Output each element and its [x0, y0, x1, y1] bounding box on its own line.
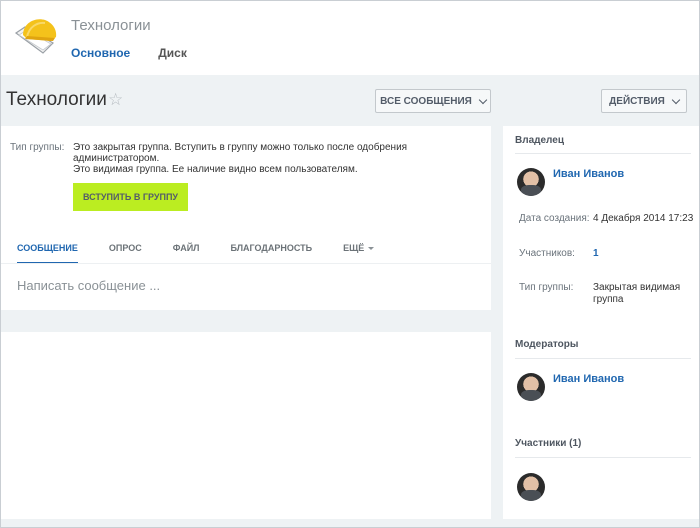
- owner-name-link[interactable]: Иван Иванов: [553, 168, 624, 180]
- folder-with-yellow-helmet-icon: [14, 19, 57, 54]
- title-row: Технологии ☆: [1, 75, 699, 125]
- participants-heading: Участники (1): [515, 438, 582, 449]
- actions-label: ДЕЙСТВИЯ: [609, 95, 665, 107]
- group-visible-text: Это видимая группа. Ее наличие видно все…: [73, 164, 358, 175]
- members-label: Участников:: [519, 248, 575, 259]
- created-value: 4 Декабря 2014 17:23: [593, 213, 694, 224]
- star-icon[interactable]: ☆: [108, 90, 123, 110]
- group-header: Технологии Основное Диск: [1, 1, 699, 75]
- group-tabs: Основное Диск: [71, 46, 187, 60]
- owner-heading: Владелец: [515, 135, 564, 146]
- owner-avatar[interactable]: [517, 168, 545, 196]
- group-type-description: Это закрытая группа. Вступить в группу м…: [73, 142, 433, 175]
- tab-more-label: ЕЩЁ: [343, 243, 365, 253]
- divider: [515, 358, 691, 359]
- moderators-heading: Модераторы: [515, 339, 579, 350]
- type-value: Закрытая видимая группа: [593, 282, 681, 305]
- tab-more[interactable]: ЕЩЁ: [343, 243, 375, 264]
- app-frame: Технологии Основное Диск Технологии ☆ ВС…: [0, 0, 700, 528]
- tab-file[interactable]: ФАЙЛ: [173, 243, 200, 264]
- join-group-button[interactable]: ВСТУПИТЬ В ГРУППУ: [73, 183, 188, 211]
- tab-disk[interactable]: Диск: [158, 46, 187, 60]
- tab-gratitude[interactable]: БЛАГОДАРНОСТЬ: [231, 243, 313, 264]
- chevron-down-icon: [478, 95, 488, 104]
- group-closed-text: Это закрытая группа. Вступить в группу м…: [73, 142, 408, 164]
- tab-message[interactable]: СООБЩЕНИЕ: [17, 243, 78, 264]
- group-title: Технологии: [71, 17, 151, 34]
- tab-poll[interactable]: ОПРОС: [109, 243, 142, 264]
- moderator-name-link[interactable]: Иван Иванов: [553, 373, 624, 385]
- created-label: Дата создания:: [519, 213, 590, 224]
- group-info-card: Тип группы: Это закрытая группа. Вступит…: [1, 126, 491, 310]
- caret-down-icon: [368, 247, 375, 251]
- chevron-down-icon: [671, 95, 681, 104]
- post-type-tabs: СООБЩЕНИЕ ОПРОС ФАЙЛ БЛАГОДАРНОСТЬ ЕЩЁ: [17, 243, 405, 264]
- tabs-divider: [1, 263, 491, 264]
- tab-main[interactable]: Основное: [71, 46, 130, 60]
- divider: [515, 153, 691, 154]
- members-count-link[interactable]: 1: [593, 248, 599, 260]
- group-type-label: Тип группы:: [10, 142, 65, 153]
- all-messages-button[interactable]: ВСЕ СООБЩЕНИЯ: [375, 89, 491, 113]
- group-sidebar: Владелец Иван Иванов Дата создания: 4 Де…: [503, 126, 699, 519]
- feed-area: [1, 332, 491, 519]
- actions-button[interactable]: ДЕЙСТВИЯ: [601, 89, 687, 113]
- all-messages-label: ВСЕ СООБЩЕНИЯ: [380, 95, 472, 107]
- divider: [515, 457, 691, 458]
- moderator-avatar[interactable]: [517, 373, 545, 401]
- type-label: Тип группы:: [519, 282, 574, 293]
- message-composer-input[interactable]: Написать сообщение ...: [17, 278, 160, 293]
- page-title: Технологии: [6, 89, 107, 110]
- participant-avatar[interactable]: [517, 473, 545, 501]
